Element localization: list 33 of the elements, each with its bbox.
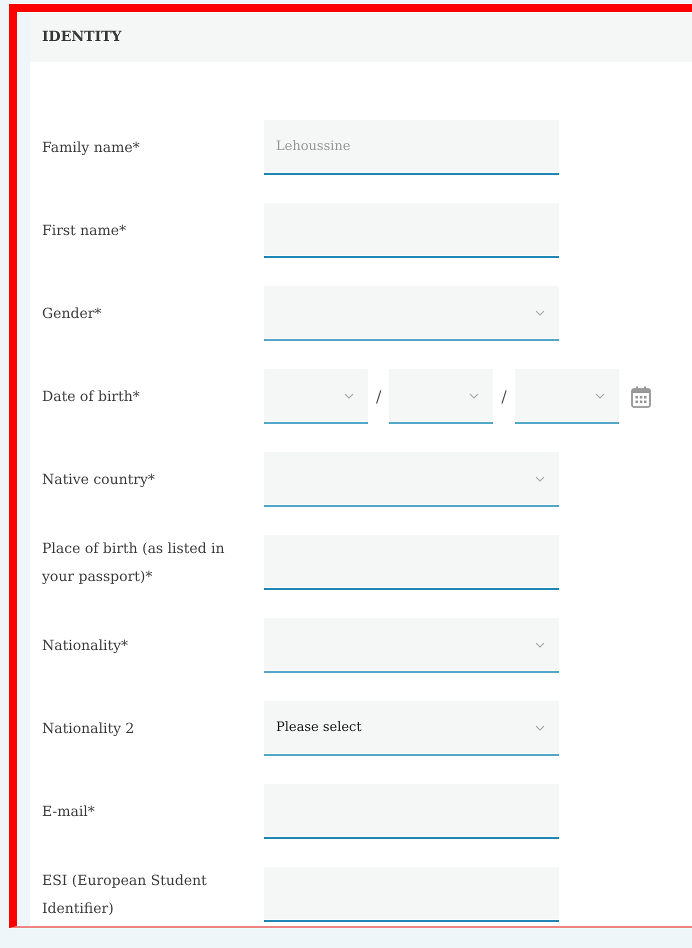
field-label: Gender*	[42, 304, 102, 324]
dropdown[interactable]	[389, 369, 494, 424]
field-label: Nationality*	[42, 636, 129, 656]
chevron-icon	[469, 392, 480, 398]
field-label: Date of birth*	[42, 388, 141, 406]
input-field[interactable]	[264, 867, 559, 922]
input-field[interactable]	[264, 203, 559, 258]
dropdown[interactable]	[514, 369, 619, 424]
dropdown[interactable]: Please select	[264, 701, 559, 756]
field-label: Place of birth (as listed in your passport)*	[42, 540, 226, 586]
dropdown[interactable]	[264, 618, 559, 673]
dropdown[interactable]	[264, 286, 559, 341]
input-field[interactable]	[264, 784, 559, 839]
field-label: First name*	[42, 222, 128, 240]
field-label: Family name*	[42, 138, 141, 158]
dropdown[interactable]	[264, 452, 559, 507]
field-label: ESI (European Student Identifier)	[42, 872, 208, 918]
field-label: Nationality 2	[42, 720, 136, 738]
chevron-icon	[535, 642, 545, 648]
calendar-icon[interactable]	[630, 386, 651, 408]
input-field[interactable]: Lehoussine	[264, 120, 559, 175]
chevron-icon	[535, 476, 545, 482]
chevron-icon	[535, 724, 545, 730]
chevron-icon	[535, 310, 545, 316]
chevron-icon	[594, 392, 605, 398]
field-label: E-mail*	[42, 802, 96, 822]
section-title: IDENTITY	[30, 12, 692, 62]
field-label: Native country*	[42, 470, 156, 490]
chevron-icon	[344, 392, 354, 398]
separator: /	[376, 387, 382, 406]
dropdown[interactable]	[264, 369, 368, 424]
separator: /	[501, 387, 507, 406]
input-field[interactable]	[264, 535, 559, 590]
